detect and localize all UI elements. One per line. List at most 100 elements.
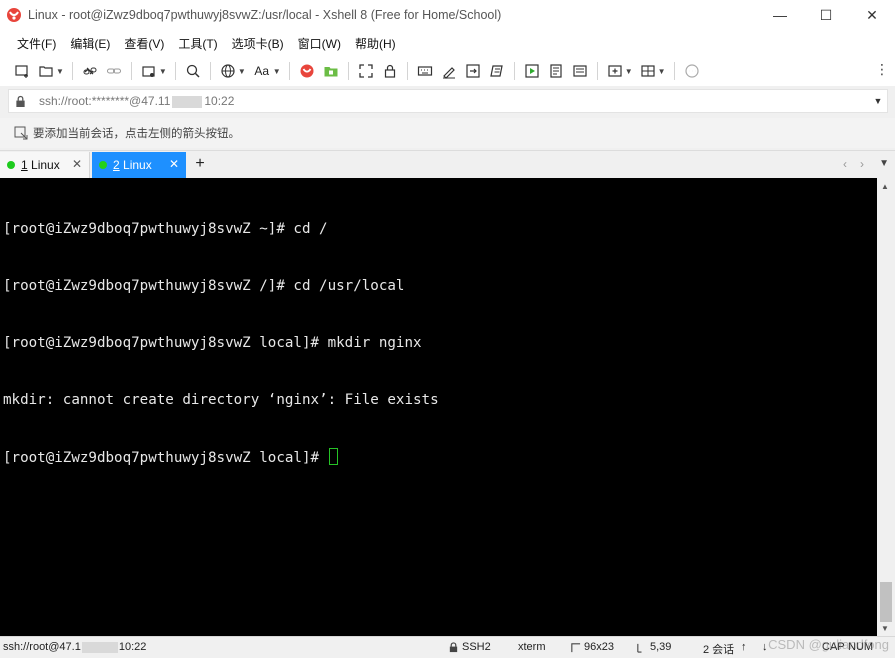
terminal-line: [root@iZwz9dboq7pwthuwyj8svwZ local]# mk… [3,335,422,351]
chat-icon [684,64,699,78]
menu-tools[interactable]: 工具(T) [171,35,224,52]
address-bar[interactable]: ssh://root:********@47.11 10:22 ▼ [8,89,888,113]
cursor-position-icon [637,643,642,653]
xshell-icon [300,64,314,78]
menu-view[interactable]: 查看(V) [117,35,171,52]
menu-file[interactable]: 文件(F) [10,35,63,52]
status-connection: ssh://root@47.1 10:22 [3,641,147,653]
toolbar-divider [406,62,408,80]
vertical-scrollbar[interactable]: ▲ ▼ [877,178,895,636]
status-sessions-down-icon[interactable]: ↓ [762,641,768,653]
chevron-down-icon[interactable]: ▼ [273,67,281,76]
search-icon [186,64,200,78]
resize-icon [571,642,581,652]
chevron-down-icon[interactable]: ▼ [56,67,64,76]
keyboard-button[interactable] [415,61,435,81]
list-icon [573,65,587,77]
tab-prev-icon[interactable]: ‹ [843,157,847,171]
chevron-down-icon[interactable]: ▼ [658,67,666,76]
encoding-button[interactable] [218,61,238,81]
status-sessions: 2 会话 [703,644,735,656]
open-session-button[interactable] [36,61,56,81]
reconnect-button[interactable] [104,61,124,81]
tab-next-icon[interactable]: › [860,157,864,171]
chevron-down-icon[interactable]: ▼ [625,67,633,76]
pen-icon [442,67,455,79]
status-size: 96x23 [570,641,614,653]
window-icon [142,66,155,77]
tab-bar: 1 Linux ✕ 2 Linux ✕ + ‹ › ▼ [0,150,895,178]
close-window-button[interactable]: ✕ [849,0,895,30]
toolbar-divider [288,62,290,80]
lock-icon [384,64,395,78]
add-box-icon [608,65,622,77]
scroll-up-icon[interactable]: ▲ [881,182,889,191]
compose-button[interactable] [439,61,459,81]
status-sessions-up-icon[interactable]: ↑ [741,641,747,653]
toolbar-divider [174,62,176,80]
address-text[interactable]: ssh://root:********@47.11 10:22 [39,94,869,108]
new-session-icon [15,65,28,78]
chevron-down-icon[interactable]: ▼ [159,67,167,76]
script-button[interactable] [487,61,507,81]
xftp-button[interactable] [321,61,341,81]
folder-icon [39,66,53,77]
find-button[interactable] [183,61,203,81]
new-session-button[interactable] [12,61,32,81]
layout-button[interactable] [638,61,658,81]
xftp-folder-icon [324,67,338,77]
more-options-icon[interactable]: ⋮ [875,62,889,76]
tab-linux-1[interactable]: 1 Linux ✕ [0,152,90,178]
add-tab-button[interactable]: + [190,154,210,174]
menu-edit[interactable]: 编辑(E) [63,35,117,52]
log-button[interactable] [546,61,566,81]
chevron-down-icon[interactable]: ▼ [238,67,246,76]
redacted-block [172,95,203,108]
scroll-down-icon[interactable]: ▼ [881,624,889,633]
csdn-watermark: CSDN @guliandfong [768,637,889,652]
address-dropdown-icon[interactable]: ▼ [869,96,887,106]
tab-linux-2[interactable]: 2 Linux ✕ [92,152,186,178]
status-terminal-type: xterm [518,641,546,653]
session-manager-button[interactable] [139,61,159,81]
run-icon [525,64,539,78]
disconnect-button[interactable] [80,61,100,81]
menu-bar: 文件(F) 编辑(E) 查看(V) 工具(T) 选项卡(B) 窗口(W) 帮助(… [0,30,895,56]
new-tab-button[interactable] [605,61,625,81]
close-tab-icon[interactable]: ✕ [169,158,179,170]
toolbar-divider [596,62,598,80]
terminal-line: [root@iZwz9dboq7pwthuwyj8svwZ /]# cd /us… [3,278,405,294]
unlink-icon [83,67,97,75]
terminal-prompt-line: [root@iZwz9dboq7pwthuwyj8svwZ local]# [3,448,877,467]
document-icon [550,64,562,78]
font-button[interactable]: Aa [251,61,273,81]
tab-list-dropdown-icon[interactable]: ▼ [879,158,889,169]
transfer-button[interactable] [463,61,483,81]
menu-tab[interactable]: 选项卡(B) [225,35,291,52]
run-button[interactable] [522,61,542,81]
xshell-button[interactable] [297,61,317,81]
arrow-box-icon [466,64,480,78]
connected-status-icon [7,161,15,169]
menu-window[interactable]: 窗口(W) [291,35,348,52]
add-session-arrow-icon[interactable] [14,126,28,140]
hint-text: 要添加当前会话，点击左侧的箭头按钮。 [33,128,240,140]
minimize-button[interactable]: — [757,0,803,30]
toolbar-divider [130,62,132,80]
lock-button[interactable] [380,61,400,81]
terminal-screen[interactable]: [root@iZwz9dboq7pwthuwyj8svwZ ~]# cd / [… [0,178,877,636]
terminal-line: [root@iZwz9dboq7pwthuwyj8svwZ ~]# cd / [3,221,328,237]
notes-button[interactable] [570,61,590,81]
window-title: Linux - root@iZwz9dboq7pwthuwyj8svwZ:/us… [28,8,502,22]
fullscreen-button[interactable] [356,61,376,81]
menu-help[interactable]: 帮助(H) [348,35,403,52]
globe-icon [221,64,235,78]
tab-label: 2 Linux [113,158,152,172]
xshell-logo-icon [7,8,21,22]
chat-button[interactable] [682,61,702,81]
maximize-button[interactable]: ☐ [803,0,849,30]
terminal-cursor [328,448,338,465]
close-tab-icon[interactable]: ✕ [72,158,82,170]
scrollbar-thumb[interactable] [880,582,892,622]
tab-label: 1 Linux [21,158,60,172]
